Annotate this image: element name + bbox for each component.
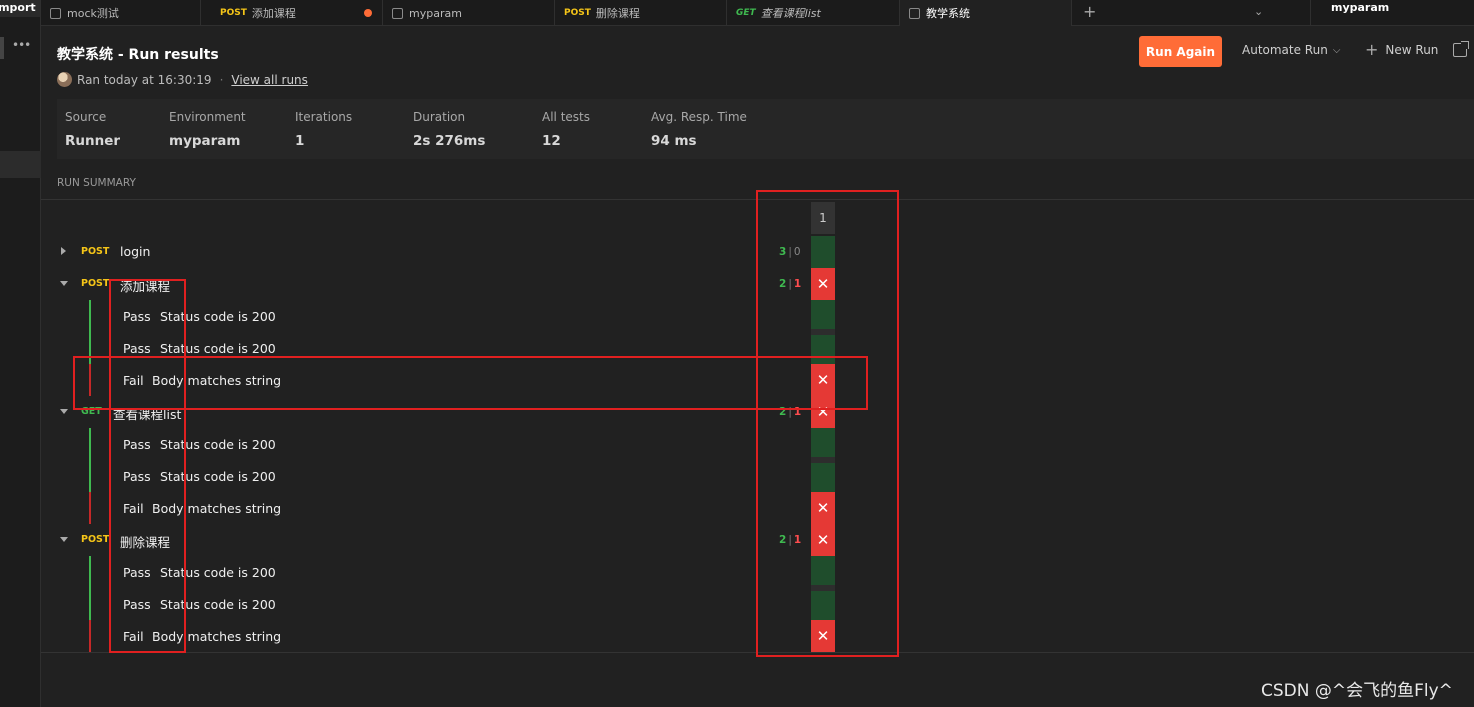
run-summary-heading: RUN SUMMARY [57,177,136,189]
tab-teaching-system[interactable]: 教学系统 [900,0,1072,26]
tab-label: 删除课程 [595,7,640,20]
tab-myparam[interactable]: myparam [383,0,555,26]
tab-label: 添加课程 [251,7,296,20]
import-button[interactable]: Import [0,0,40,17]
environment-selector[interactable]: myparam [1310,0,1474,26]
tabs-chevron-down-icon[interactable]: ⌄ [1254,5,1263,18]
tab-add-course[interactable]: POST 添加课程 [211,0,383,26]
runner-icon [909,7,920,19]
stat-value: Runner [65,133,121,149]
page-title: 教学系统 - Run results [57,47,219,63]
new-tab-plus-icon[interactable]: + [1083,0,1096,26]
tab-label: 教学系统 [926,7,970,20]
method-badge: GET [736,8,756,18]
new-run-label: New Run [1385,43,1439,57]
import-label: Import [0,1,36,14]
export-icon[interactable] [1453,41,1469,57]
method-badge: POST [564,8,591,18]
tab-bar: mock测试 POST 添加课程 myparam POST 删除课程 GET 查… [41,0,1474,26]
stat-label: Iterations [295,110,353,124]
caret-right-icon[interactable] [61,247,66,255]
run-stats: Source Runner Environment myparam Iterat… [57,99,1474,159]
automate-run-button[interactable]: Automate Run ⌵ [1242,43,1340,57]
more-icon[interactable]: ••• [12,38,31,52]
stat-value: 94 ms [651,133,697,149]
tab-mock[interactable]: mock测试 [41,0,201,26]
tab-view-course-list[interactable]: GET 查看课程list [727,0,900,26]
stat-value: myparam [169,133,241,149]
view-all-runs-link[interactable]: View all runs [231,73,308,87]
caret-down-icon[interactable] [60,281,68,286]
plus-icon: + [1365,40,1379,59]
sidebar-selected-item[interactable] [0,151,41,178]
stat-label: Environment [169,110,246,124]
annotation-box-test-status [109,279,186,653]
run-meta: Ran today at 16:30:19 · View all runs [57,72,308,87]
tab-label: myparam [409,6,462,20]
collection-icon [50,7,61,19]
tab-delete-course[interactable]: POST 删除课程 [555,0,727,26]
tab-label: 查看课程list [760,7,821,20]
method-badge: POST [81,534,110,545]
environment-icon [392,7,403,19]
stat-value: 2s 276ms [413,133,486,149]
caret-down-icon[interactable] [60,537,68,542]
watermark: CSDN @^会飞的鱼Fly^ [1261,681,1453,701]
ran-time: Ran today at 16:30:19 [77,72,212,87]
tab-label: mock测试 [67,7,119,20]
request-name: login [120,244,151,259]
stat-label: All tests [542,110,590,124]
stat-label: Source [65,110,107,124]
annotation-box-fail-row [73,356,868,410]
stat-label: Duration [413,110,466,124]
unsaved-dot-icon [364,9,372,17]
new-run-button[interactable]: + New Run [1365,40,1439,59]
chevron-down-icon: ⌵ [1332,44,1341,56]
request-row-login[interactable]: POST login 3 | 0 [41,236,841,268]
method-badge: POST [220,8,247,18]
separator: · [219,72,224,87]
stat-value: 12 [542,133,561,149]
method-badge: POST [81,278,110,289]
stat-value: 1 [295,133,305,149]
caret-down-icon[interactable] [60,409,68,414]
method-badge: POST [81,246,110,257]
run-again-button[interactable]: Run Again [1139,36,1222,67]
sidebar-mark [0,37,4,59]
automate-run-label: Automate Run [1242,43,1328,57]
annotation-box-results-column [756,190,899,657]
stat-label: Avg. Resp. Time [651,110,747,124]
left-sidebar: Import ••• [0,0,41,707]
avatar [57,72,72,87]
